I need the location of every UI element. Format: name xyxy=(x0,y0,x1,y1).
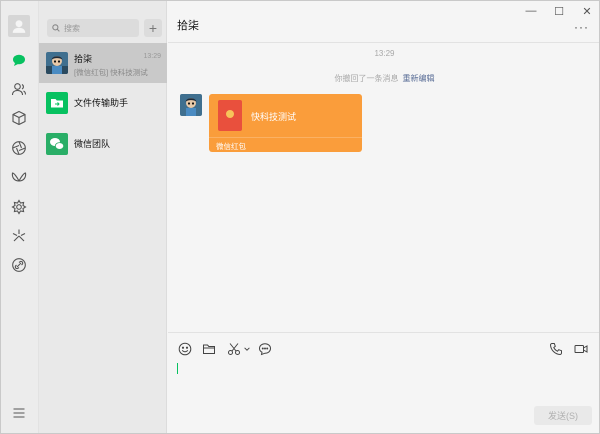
recall-notice: 你撤回了一条消息 重新编辑 xyxy=(168,73,599,84)
spark-icon xyxy=(12,229,26,242)
minimize-button[interactable]: — xyxy=(523,5,539,17)
video-call-icon xyxy=(574,345,588,353)
conversation-name: 拾柒 xyxy=(74,54,93,64)
red-packet-message[interactable]: 快科技测试 微信红包 xyxy=(209,94,362,152)
cube-icon xyxy=(12,110,26,126)
voice-call-button[interactable] xyxy=(548,341,564,357)
nav-mini-apps[interactable] xyxy=(9,255,29,275)
search-input[interactable]: 搜索 xyxy=(47,19,139,37)
sender-avatar[interactable] xyxy=(180,94,202,116)
nav-channels[interactable] xyxy=(9,167,29,187)
butterfly-icon xyxy=(11,172,27,182)
wechat-window: 搜索 + 拾柒 13:29 [微信红包] 快科技测试 文件传输助手 微信团队 拾… xyxy=(0,0,600,434)
gear-flower-icon xyxy=(11,199,27,215)
phone-icon xyxy=(549,343,562,356)
conversation-item-wechat-team[interactable]: 微信团队 xyxy=(39,124,167,164)
search-placeholder: 搜索 xyxy=(64,23,80,33)
contacts-icon xyxy=(11,83,27,96)
emoji-button[interactable] xyxy=(177,341,193,357)
maximize-button[interactable]: ☐ xyxy=(551,5,567,18)
conversation-name: 微信团队 xyxy=(74,139,111,149)
conversation-item-shiqi[interactable]: 拾柒 13:29 [微信红包] 快科技测试 xyxy=(39,43,167,83)
conversation-time: 13:29 xyxy=(143,53,161,60)
red-packet-label: 微信红包 xyxy=(216,142,246,151)
message-input-area[interactable]: 发送(S) xyxy=(168,332,599,433)
user-icon xyxy=(12,20,26,33)
search-icon xyxy=(52,24,60,32)
user-avatar[interactable] xyxy=(8,15,30,37)
chat-panel: 拾柒 — ☐ ✕ ··· 13:29 你撤回了一条消息 重新编辑 快科技测试 微信… xyxy=(168,1,599,433)
emoji-icon xyxy=(178,342,192,356)
link-circle-icon xyxy=(12,258,26,272)
wechat-team-avatar xyxy=(46,133,68,155)
file-transfer-avatar xyxy=(46,92,68,114)
nav-menu[interactable] xyxy=(9,403,29,423)
conversation-preview: [微信红包] 快科技测试 xyxy=(74,68,148,77)
red-packet-title: 快科技测试 xyxy=(251,112,297,122)
red-envelope-icon xyxy=(218,100,242,131)
re-edit-link[interactable]: 重新编辑 xyxy=(403,74,435,83)
conversation-item-file-transfer[interactable]: 文件传输助手 xyxy=(39,83,167,123)
send-file-button[interactable] xyxy=(201,341,217,357)
more-options-button[interactable]: ··· xyxy=(574,20,589,34)
text-cursor xyxy=(177,363,178,374)
aperture-icon xyxy=(12,141,26,155)
nav-moments[interactable] xyxy=(9,138,29,158)
red-packet-footer: 微信红包 xyxy=(209,137,362,152)
nav-contacts[interactable] xyxy=(9,79,29,99)
chat-header: 拾柒 — ☐ ✕ ··· xyxy=(168,1,599,43)
folder-icon xyxy=(46,92,68,114)
chat-history-button[interactable] xyxy=(257,341,273,357)
video-call-button[interactable] xyxy=(573,341,589,357)
nav-discover[interactable] xyxy=(9,226,29,246)
wechat-logo-icon xyxy=(46,133,68,155)
hamburger-icon xyxy=(13,408,25,418)
chevron-down-icon xyxy=(244,347,250,351)
conversation-list: 搜索 + 拾柒 13:29 [微信红包] 快科技测试 文件传输助手 微信团队 xyxy=(39,1,167,433)
close-button[interactable]: ✕ xyxy=(579,5,595,18)
chat-bubble-icon xyxy=(13,54,25,66)
nav-chats[interactable] xyxy=(9,50,29,70)
chat-title: 拾柒 xyxy=(177,20,199,32)
send-button[interactable]: 发送(S) xyxy=(534,406,592,425)
message-timestamp: 13:29 xyxy=(374,49,395,58)
add-chat-button[interactable]: + xyxy=(144,19,162,37)
conversation-name: 文件传输助手 xyxy=(74,98,129,108)
chat-history-icon xyxy=(258,343,272,356)
screenshot-options-button[interactable] xyxy=(242,341,252,357)
contact-avatar xyxy=(46,52,68,74)
scissors-icon xyxy=(228,343,240,355)
nav-mini-programs[interactable] xyxy=(9,197,29,217)
nav-bar xyxy=(1,1,39,433)
screenshot-button[interactable] xyxy=(226,341,242,357)
recall-text: 你撤回了一条消息 xyxy=(334,74,399,83)
folder-icon xyxy=(203,344,215,354)
nav-favorites[interactable] xyxy=(9,108,29,128)
